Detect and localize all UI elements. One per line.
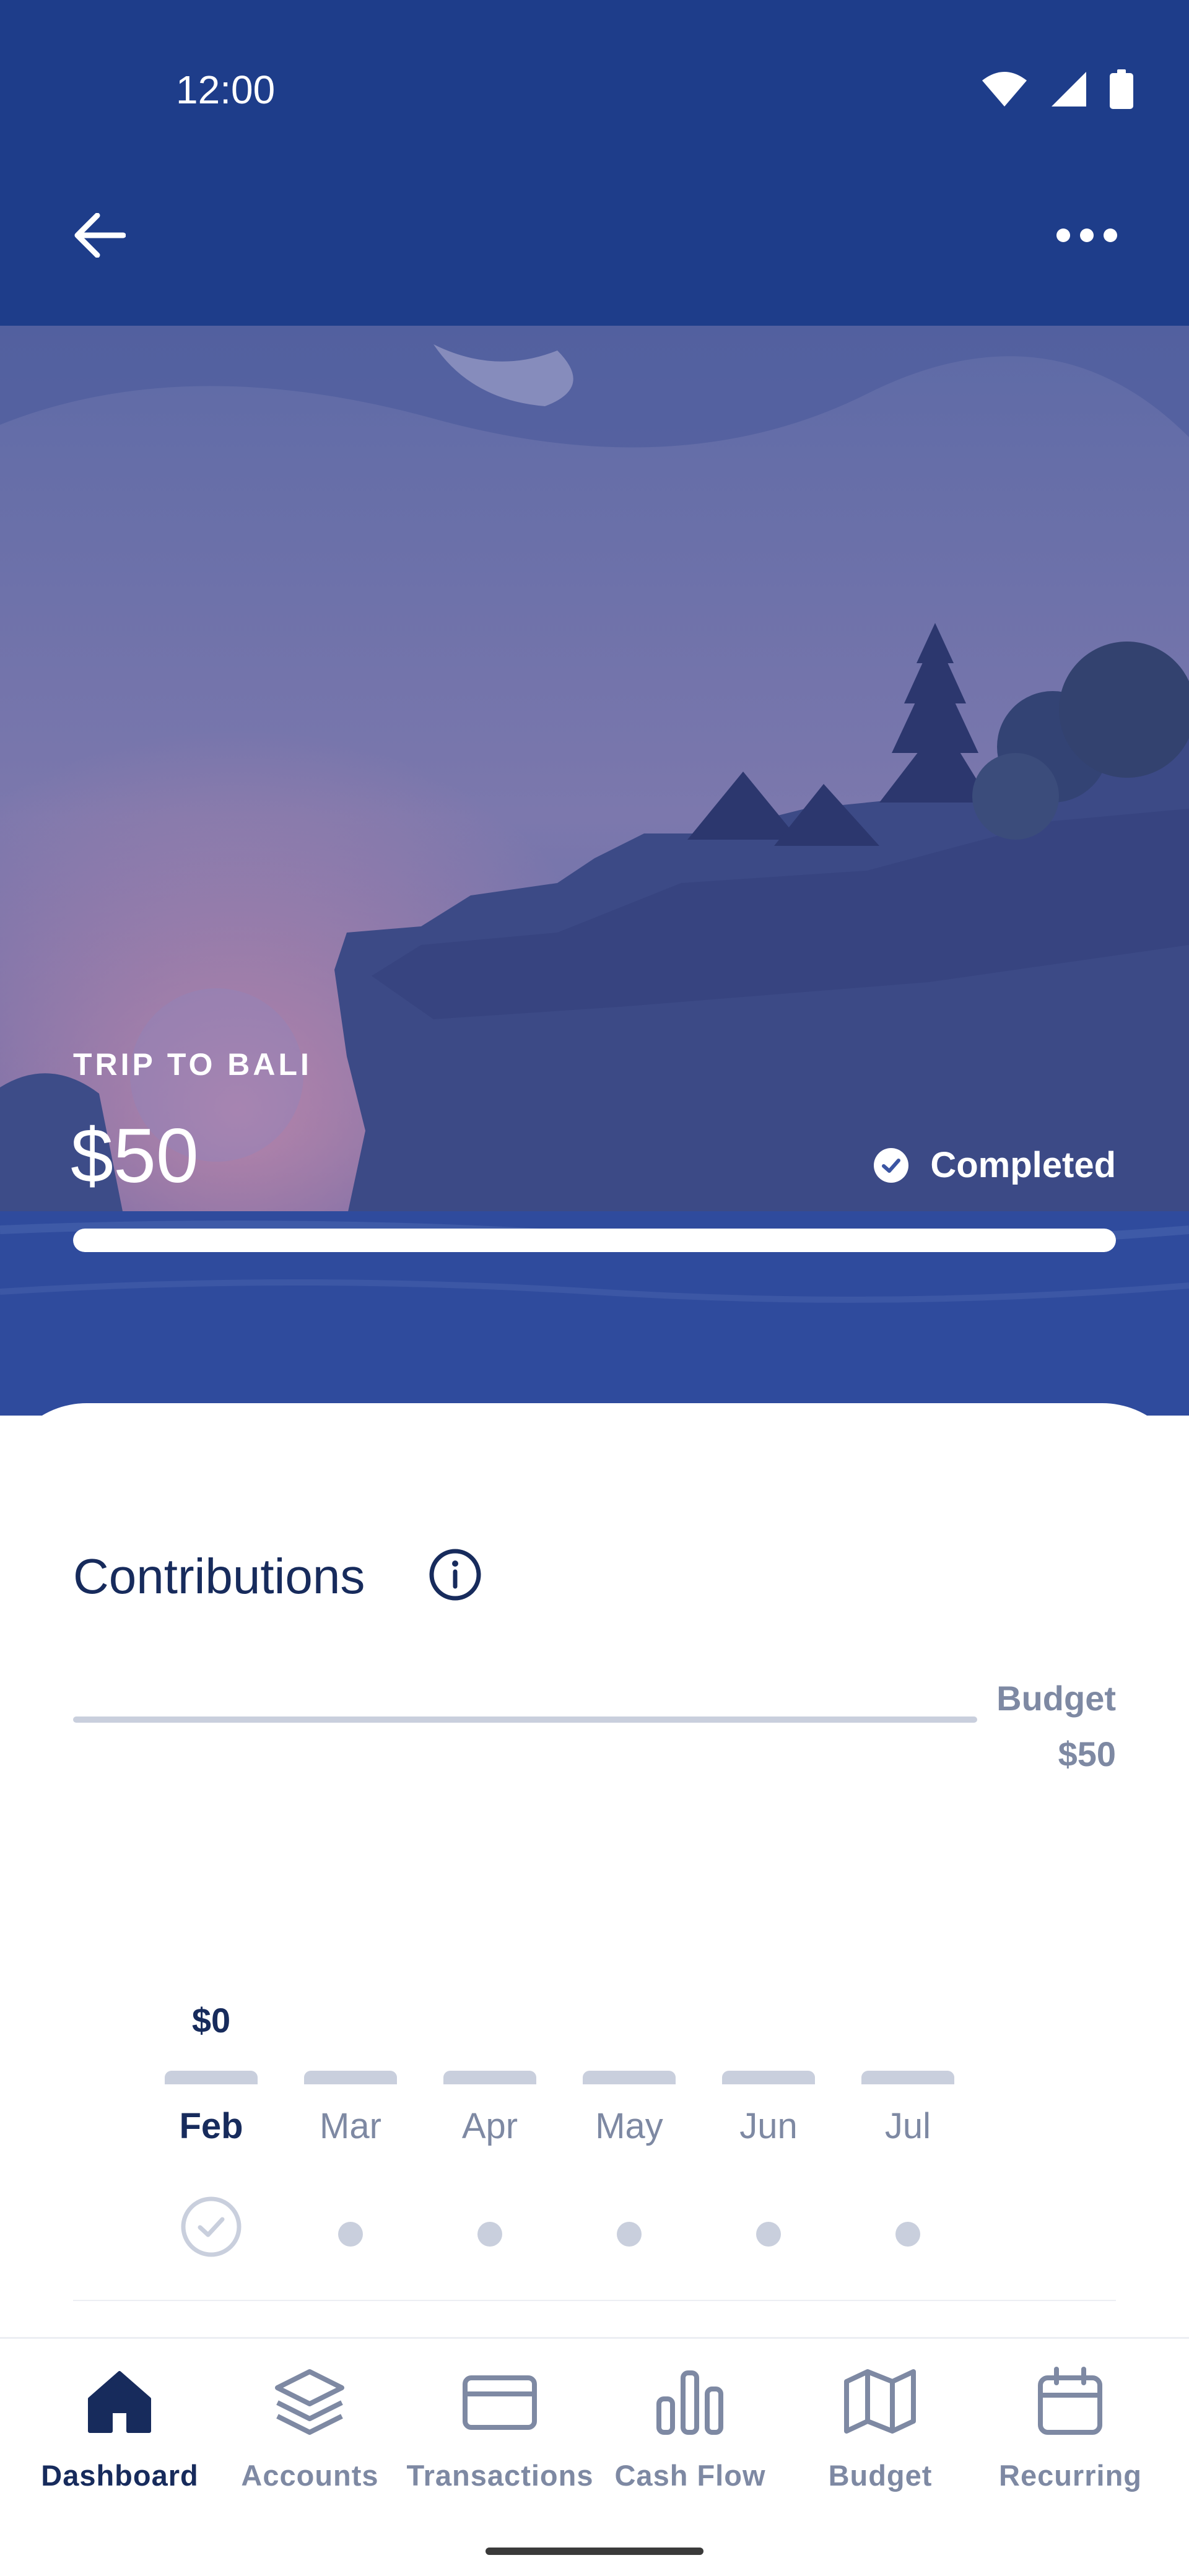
- nav-item-transactions[interactable]: Transactions: [405, 2353, 595, 2514]
- month-column[interactable]: Apr: [443, 2000, 536, 2266]
- month-bar: [304, 2071, 397, 2084]
- budget-value: $50: [1058, 1734, 1116, 1773]
- status-time: 12:00: [176, 67, 276, 112]
- check-circle-icon: [874, 1147, 909, 1183]
- month-column[interactable]: Jun: [722, 2000, 815, 2266]
- month-dot: [895, 2222, 920, 2247]
- goal-name: TRIP TO BALI: [73, 1047, 312, 1082]
- wifi-icon: [982, 72, 1027, 107]
- nav-item-budget[interactable]: Budget: [785, 2353, 975, 2514]
- back-button[interactable]: [62, 204, 136, 266]
- month-column[interactable]: Jul: [861, 2000, 954, 2266]
- month-label: May: [595, 2106, 663, 2146]
- nav-label: Transactions: [406, 2459, 594, 2492]
- nav-item-accounts[interactable]: Accounts: [215, 2353, 405, 2514]
- more-options-button[interactable]: [1040, 204, 1133, 266]
- nav-item-cash-flow[interactable]: Cash Flow: [595, 2353, 785, 2514]
- month-label: Apr: [461, 2106, 518, 2146]
- month-dot: [756, 2222, 781, 2247]
- goal-status-label: Completed: [930, 1145, 1116, 1185]
- month-dot: [338, 2222, 363, 2247]
- arrow-left-icon: [74, 213, 126, 258]
- info-icon[interactable]: [427, 1547, 483, 1603]
- home-indicator[interactable]: [486, 2548, 703, 2555]
- month-bar: [722, 2071, 815, 2084]
- calendar-icon: [1038, 2367, 1102, 2435]
- nav-label: Recurring: [999, 2459, 1142, 2492]
- goal-progress-bar: [73, 1229, 1116, 1252]
- nav-label: Accounts: [241, 2459, 379, 2492]
- month-bar: [443, 2071, 536, 2084]
- layers-icon: [275, 2369, 344, 2435]
- divider: [73, 2300, 1116, 2301]
- month-bar: [165, 2071, 258, 2084]
- map-icon: [844, 2369, 916, 2434]
- credit-card-icon: [463, 2375, 537, 2430]
- goal-amount: $50: [71, 1113, 199, 1199]
- check-circle-icon: [181, 2196, 242, 2257]
- contributions-title: Contributions: [73, 1549, 365, 1604]
- app-bar: [0, 186, 1189, 326]
- battery-icon: [1110, 69, 1133, 109]
- goal-progress-fill: [73, 1229, 1116, 1252]
- nav-item-dashboard[interactable]: Dashboard: [25, 2353, 215, 2514]
- month-label: Jun: [739, 2106, 798, 2146]
- nav-label: Dashboard: [41, 2459, 199, 2492]
- goal-status-badge: Completed: [873, 1144, 1116, 1186]
- budget-line: [73, 1717, 977, 1723]
- nav-label: Cash Flow: [614, 2459, 766, 2492]
- month-bar: [861, 2071, 954, 2084]
- status-icons: [981, 69, 1133, 109]
- home-icon: [88, 2371, 151, 2433]
- bar-chart-icon: [656, 2370, 723, 2435]
- month-dot: [617, 2222, 642, 2247]
- signal-icon: [1052, 72, 1086, 107]
- nav-label: Budget: [828, 2459, 933, 2492]
- budget-label: Budget: [996, 1679, 1116, 1718]
- month-column[interactable]: May: [583, 2000, 676, 2266]
- month-value: $0: [191, 2001, 231, 2040]
- goal-hero-image: [0, 326, 1189, 1416]
- more-horizontal-icon: [1056, 228, 1117, 242]
- month-dot: [477, 2222, 502, 2247]
- temple-landscape-image: [0, 326, 1189, 1416]
- month-column[interactable]: $0 Feb: [165, 2000, 258, 2266]
- month-label: Jul: [884, 2106, 931, 2146]
- month-label: Mar: [320, 2106, 381, 2146]
- month-bar: [583, 2071, 676, 2084]
- month-column[interactable]: Mar: [304, 2000, 397, 2266]
- month-label: Feb: [179, 2106, 243, 2146]
- status-bar: 12:00: [0, 0, 1189, 186]
- nav-item-recurring[interactable]: Recurring: [975, 2353, 1165, 2514]
